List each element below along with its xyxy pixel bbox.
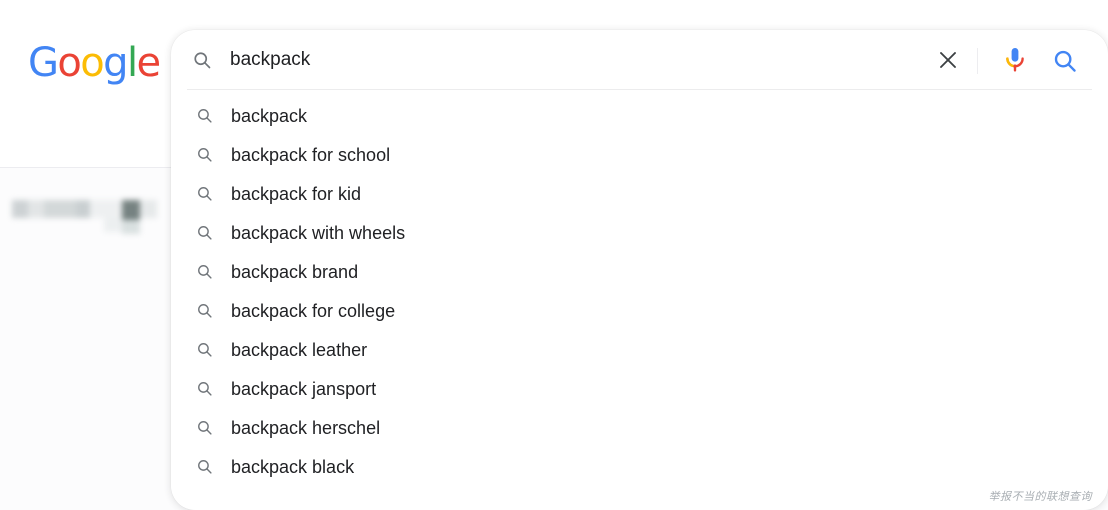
suggestion-item[interactable]: backpack	[171, 96, 1108, 135]
suggestion-list: backpack backpack for school backpack for …	[171, 96, 1108, 486]
suggestion-item[interactable]: backpack black	[171, 447, 1108, 486]
search-icon	[192, 50, 212, 70]
search-suggestions-card: backpack backpack for school backpack for …	[171, 30, 1108, 510]
close-icon[interactable]	[936, 48, 960, 72]
logo-letter-o1: o	[57, 40, 81, 86]
search-icon	[196, 419, 213, 436]
suggestion-item[interactable]: backpack for college	[171, 291, 1108, 330]
logo-letter-o2: o	[80, 40, 104, 86]
suggestion-item[interactable]: backpack for school	[171, 135, 1108, 174]
search-icon	[196, 302, 213, 319]
search-icon	[196, 185, 213, 202]
logo-letter-g1: G	[28, 40, 59, 86]
logo-letter-e: e	[136, 40, 161, 86]
report-suggestion-watermark: 举报不当的联想查询	[988, 490, 1092, 503]
suggestion-item[interactable]: backpack leather	[171, 330, 1108, 369]
suggestion-label: backpack herschel	[231, 417, 381, 438]
search-icon	[196, 263, 213, 280]
google-logo: Google	[28, 40, 161, 86]
logo-letter-g2: g	[103, 40, 128, 86]
suggestion-item[interactable]: backpack brand	[171, 252, 1108, 291]
search-icon	[196, 341, 213, 358]
icon-divider	[977, 48, 978, 74]
search-icon	[196, 224, 213, 241]
suggestion-label: backpack black	[231, 456, 355, 477]
search-submit-icon[interactable]	[1052, 48, 1078, 74]
search-bar	[171, 30, 1108, 90]
suggestion-label: backpack leather	[231, 339, 368, 360]
suggestion-label: backpack for school	[231, 144, 391, 165]
suggestion-item[interactable]: backpack jansport	[171, 369, 1108, 408]
search-icon	[196, 380, 213, 397]
search-icon	[196, 107, 213, 124]
search-bar-divider	[187, 89, 1092, 90]
suggestion-label: backpack for kid	[231, 183, 362, 204]
suggestion-item[interactable]: backpack with wheels	[171, 213, 1108, 252]
search-icon	[196, 458, 213, 475]
suggestion-item[interactable]: backpack herschel	[171, 408, 1108, 447]
suggestion-item[interactable]: backpack for kid	[171, 174, 1108, 213]
suggestion-label: backpack jansport	[231, 378, 377, 399]
page-background: Google backpack backpack backpack for sc…	[0, 0, 1108, 510]
redacted-content-block	[12, 200, 157, 234]
microphone-icon[interactable]	[1002, 46, 1028, 74]
suggestion-label: backpack for college	[231, 300, 396, 321]
suggestion-label: backpack brand	[231, 261, 359, 282]
search-input[interactable]	[230, 46, 990, 74]
suggestion-label: backpack with wheels	[231, 222, 406, 243]
search-icon	[196, 146, 213, 163]
suggestion-label: backpack	[231, 105, 308, 126]
